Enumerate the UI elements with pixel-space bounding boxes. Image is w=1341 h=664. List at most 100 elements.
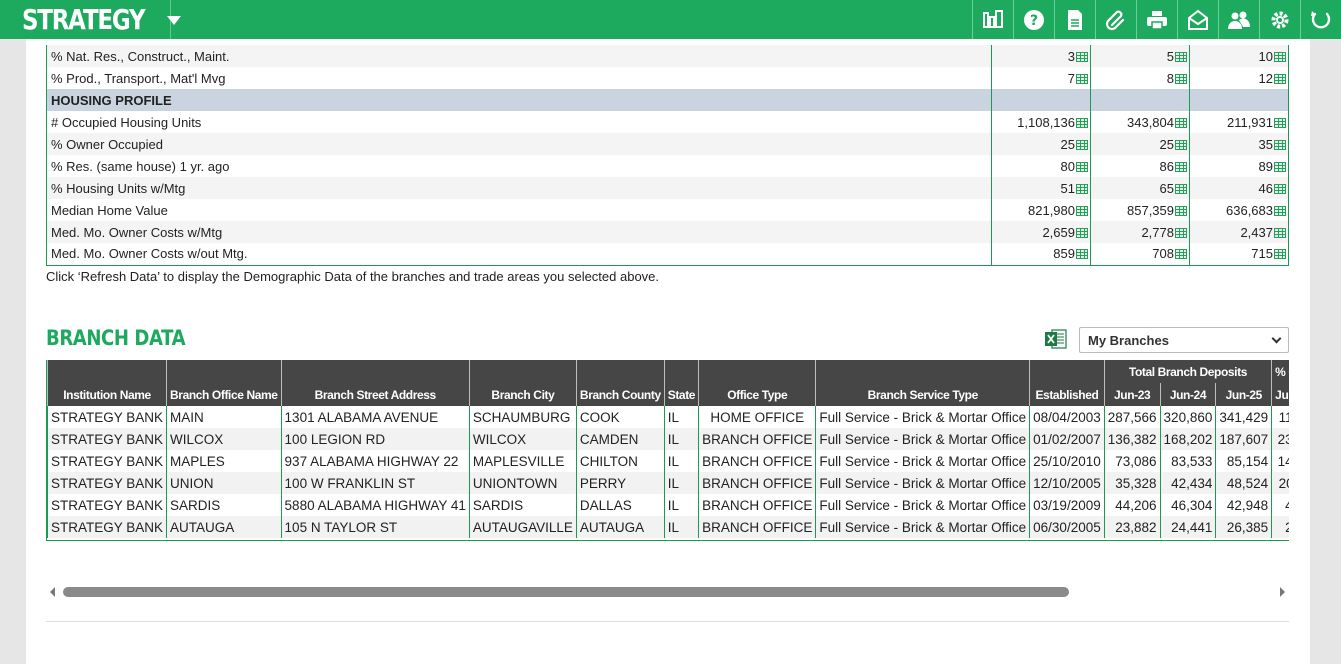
column-header[interactable]: Branch Service Type — [815, 383, 1031, 406]
table-cell: 26,385 — [1215, 516, 1273, 538]
grid-icon[interactable] — [1175, 227, 1187, 238]
column-header[interactable]: Institution Name — [47, 383, 168, 406]
branch-selector-value: My Branches — [1088, 332, 1169, 348]
table-cell: Full Service - Brick & Mortar Office — [815, 406, 1031, 428]
table-cell: BRANCH OFFICE — [698, 428, 817, 450]
row-label: % Prod., Transport., Mat'l Mvg — [46, 67, 992, 89]
table-cell: IL — [663, 494, 700, 516]
scroll-left-icon[interactable] — [50, 587, 55, 597]
svg-text:?: ? — [1030, 13, 1038, 29]
grid-icon[interactable] — [1175, 205, 1187, 216]
scroll-right-icon[interactable] — [1280, 587, 1285, 597]
document-icon[interactable] — [1054, 0, 1095, 39]
table-cell: 42,948 — [1215, 494, 1273, 516]
report-icon[interactable] — [972, 0, 1013, 39]
column-header[interactable]: Branch Office Name — [166, 383, 282, 406]
column-header[interactable]: State — [663, 383, 700, 406]
column-header[interactable]: Branch Street Address — [280, 383, 470, 406]
row-value: 46 — [1258, 180, 1273, 196]
grid-icon[interactable] — [1076, 51, 1088, 62]
column-header[interactable]: Jun-24 — [1271, 383, 1289, 406]
grid-icon[interactable] — [1076, 161, 1088, 172]
table-row[interactable]: STRATEGY BANK UNION 100 W FRANKLIN ST UNION… — [47, 472, 1289, 494]
grid-icon[interactable] — [1175, 161, 1187, 172]
grid-icon[interactable] — [1274, 51, 1286, 62]
grid-icon[interactable] — [1175, 73, 1187, 84]
table-row[interactable]: STRATEGY BANK SARDIS 5880 ALABAMA HIGHWAY … — [47, 494, 1289, 516]
grid-icon[interactable] — [1274, 117, 1286, 128]
table-cell: SARDIS — [468, 494, 577, 516]
excel-icon[interactable] — [1045, 329, 1067, 349]
row-value: 2,659 — [1042, 224, 1075, 240]
grid-icon[interactable] — [1175, 117, 1187, 128]
grid-icon[interactable] — [1175, 183, 1187, 194]
users-icon[interactable] — [1218, 0, 1259, 39]
row-value: 86 — [1159, 158, 1174, 174]
table-cell: 4.75 — [1271, 494, 1289, 516]
grid-icon[interactable] — [1274, 73, 1286, 84]
table-cell: IL — [663, 472, 700, 494]
print-icon[interactable] — [1136, 0, 1177, 39]
grid-icon[interactable] — [1274, 139, 1286, 150]
section-row: HOUSING PROFILE — [46, 89, 1289, 111]
grid-icon[interactable] — [1076, 139, 1088, 150]
table-cell: 24,441 — [1159, 516, 1217, 538]
grid-icon[interactable] — [1274, 161, 1286, 172]
table-row[interactable]: STRATEGY BANK AUTAUGA 105 N TAYLOR ST AUTAU… — [47, 516, 1289, 538]
column-header[interactable]: Jun-23 — [1103, 383, 1161, 406]
column-header[interactable]: Branch County — [575, 383, 665, 406]
grid-icon[interactable] — [1274, 205, 1286, 216]
row-label: # Occupied Housing Units — [46, 111, 992, 133]
attachment-icon[interactable] — [1095, 0, 1136, 39]
scroll-thumb[interactable] — [63, 587, 1069, 597]
horizontal-scrollbar[interactable] — [46, 584, 1289, 600]
grid-icon[interactable] — [1076, 205, 1088, 216]
table-cell: STRATEGY BANK — [47, 516, 168, 538]
table-cell: MAPLESVILLE — [468, 450, 577, 472]
table-cell: BRANCH OFFICE — [698, 494, 817, 516]
table-row[interactable]: STRATEGY BANK MAIN 1301 ALABAMA AVENUE SCHA… — [47, 406, 1289, 428]
table-cell: STRATEGY BANK — [47, 450, 168, 472]
table-cell: 287,566 — [1103, 406, 1161, 428]
group-header-change: % Ch — [1271, 360, 1289, 383]
table-cell: 341,429 — [1215, 406, 1273, 428]
refresh-icon[interactable] — [1300, 0, 1341, 39]
column-header[interactable]: Office Type — [698, 383, 817, 406]
mail-icon[interactable] — [1177, 0, 1218, 39]
row-value: 35 — [1258, 136, 1273, 152]
main-panel: % Nat. Res., Construct., Maint. 3 5 10% Pro… — [26, 39, 1310, 664]
table-cell: SCHAUMBURG — [468, 406, 577, 428]
grid-icon[interactable] — [1274, 249, 1286, 260]
column-header[interactable]: Jun-25 — [1215, 383, 1273, 406]
column-header[interactable]: Jun-24 — [1159, 383, 1217, 406]
grid-icon[interactable] — [1274, 227, 1286, 238]
grid-icon[interactable] — [1076, 183, 1088, 194]
grid-icon[interactable] — [1274, 183, 1286, 194]
table-row[interactable]: STRATEGY BANK WILCOX 100 LEGION RD WILCOX CA… — [47, 428, 1289, 450]
grid-icon[interactable] — [1076, 249, 1088, 260]
gear-icon[interactable] — [1259, 0, 1300, 39]
table-row[interactable]: STRATEGY BANK MAPLES 937 ALABAMA HIGHWAY 2… — [47, 450, 1289, 472]
grid-icon[interactable] — [1175, 249, 1187, 260]
table-cell: STRATEGY BANK — [47, 472, 168, 494]
table-cell: Full Service - Brick & Mortar Office — [815, 494, 1031, 516]
table-cell: 23.33 — [1271, 428, 1289, 450]
table-cell: AUTAUGA — [166, 516, 282, 538]
table-cell: IL — [663, 428, 700, 450]
grid-icon[interactable] — [1076, 117, 1088, 128]
branch-selector[interactable]: My Branches — [1079, 327, 1289, 353]
grid-icon[interactable] — [1175, 51, 1187, 62]
column-header[interactable]: Branch City — [468, 383, 577, 406]
refresh-note: Click ‘Refresh Data’ to display the Demo… — [46, 269, 660, 284]
branch-table: Total Branch Deposits % Ch Institution N… — [47, 360, 1289, 538]
grid-icon[interactable] — [1076, 227, 1088, 238]
help-icon[interactable]: ? — [1013, 0, 1054, 39]
app-brand[interactable]: STRATEGY — [0, 0, 182, 39]
table-cell: CAMDEN — [575, 428, 665, 450]
branch-data-title: BRANCH DATA — [46, 326, 186, 350]
grid-icon[interactable] — [1175, 139, 1187, 150]
grid-icon[interactable] — [1076, 73, 1088, 84]
column-header[interactable]: Established — [1029, 383, 1105, 406]
row-value: 51 — [1060, 180, 1075, 196]
table-cell: Full Service - Brick & Mortar Office — [815, 428, 1031, 450]
